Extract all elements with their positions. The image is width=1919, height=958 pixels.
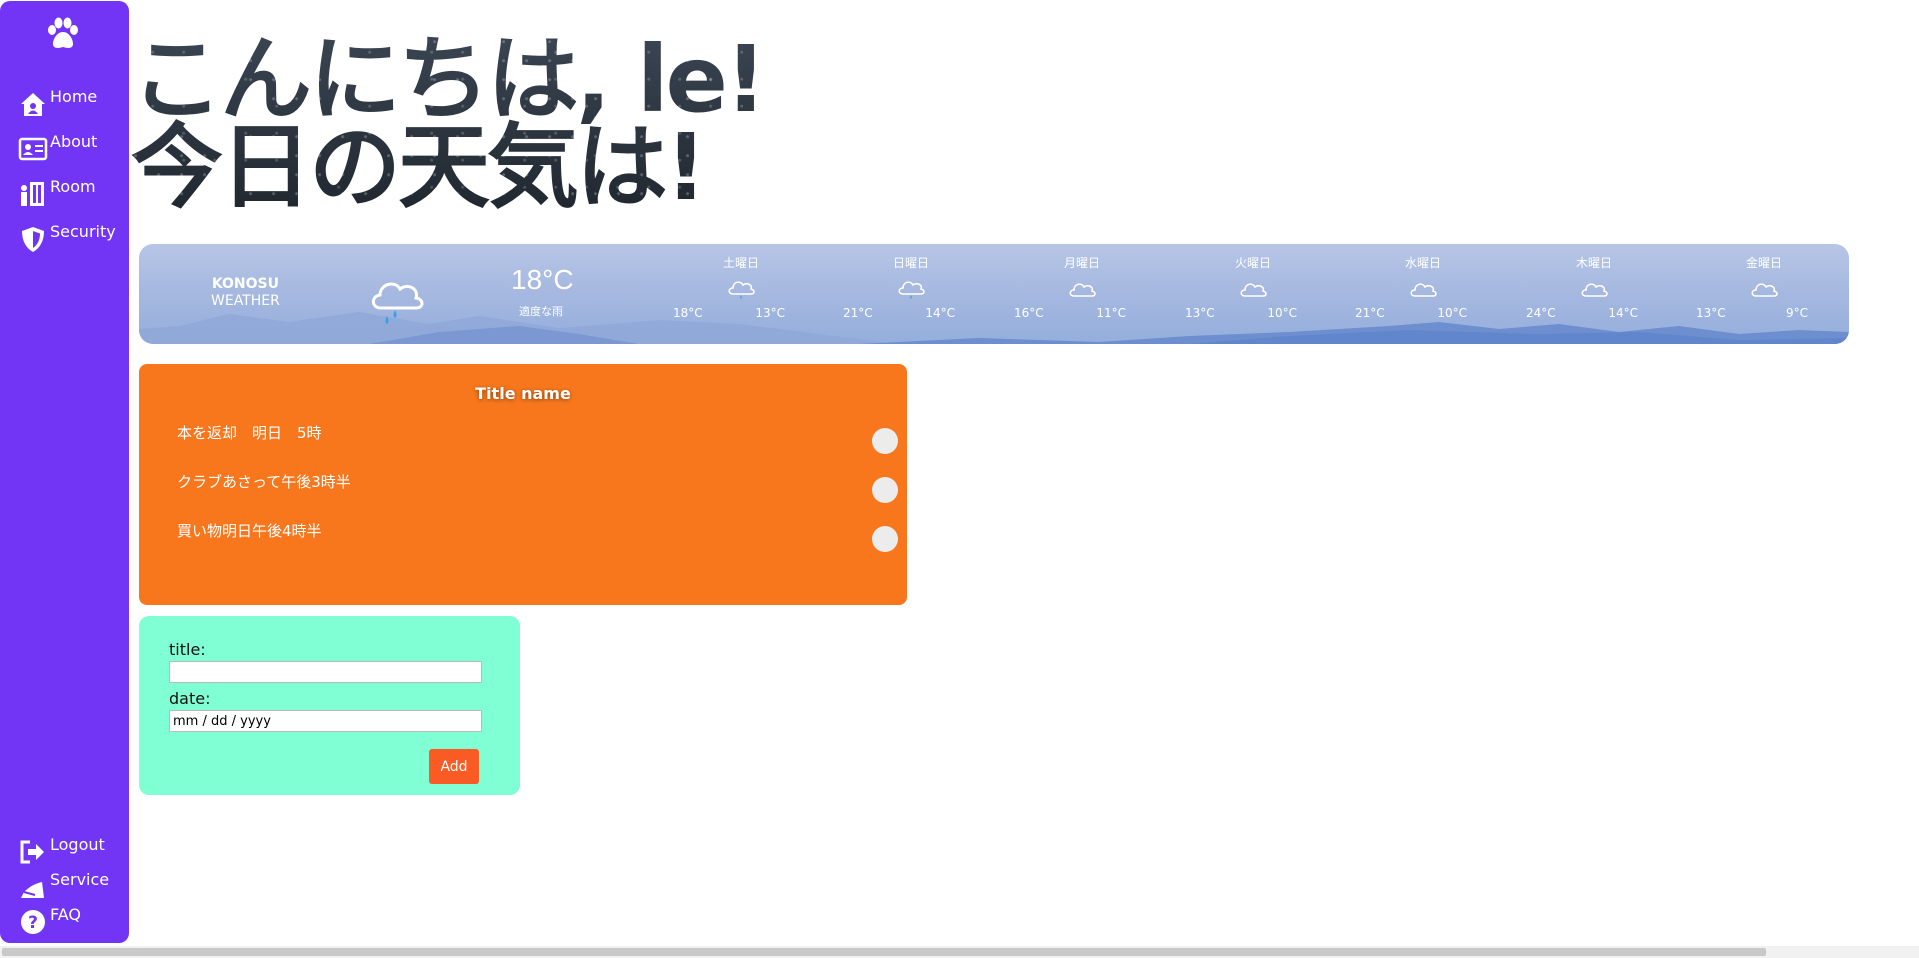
id-card-icon	[18, 137, 48, 161]
shield-icon	[22, 227, 44, 252]
sidebar-item-room[interactable]: Room	[18, 177, 96, 209]
forecast-day-name: 日曜日	[892, 256, 929, 270]
forecast-high: 24°C	[1526, 306, 1556, 320]
todo-item-text: 本を返却 明日 5時	[177, 424, 322, 442]
forecast-day: 日曜日 21°C 14°C	[841, 254, 981, 322]
sidebar-item-label: Security	[50, 222, 116, 241]
todo-card: Title name 本を返却 明日 5時 クラブあさって午後3時半 買い物明日…	[139, 364, 907, 605]
question-icon: ?	[21, 910, 45, 934]
current-temperature: 18°C	[511, 264, 574, 295]
forecast-low: 11°C	[1096, 306, 1126, 320]
sidebar-item-label: Logout	[50, 835, 105, 854]
forecast-high: 13°C	[1185, 306, 1215, 320]
home-icon	[21, 93, 45, 116]
forecast-day: 月曜日 16°C 11°C	[1012, 254, 1152, 322]
paw-icon[interactable]	[45, 17, 81, 51]
rain-cloud-icon	[898, 281, 925, 299]
room-icon	[21, 182, 44, 206]
todo-item-text: 買い物明日午後4時半	[177, 522, 322, 540]
sidebar: Home About Room Security Logout Service …	[0, 1, 129, 943]
weather-widget: KONOSU WEATHER 18°C 適度な雨 土曜日 18°C 13°C 日…	[139, 244, 1849, 344]
rain-cloud-icon	[728, 281, 755, 299]
todo-title: Title name	[475, 384, 571, 403]
sidebar-item-service[interactable]: Service	[18, 870, 110, 902]
sidebar-item-faq[interactable]: ? FAQ	[18, 905, 81, 937]
sidebar-item-home[interactable]: Home	[18, 87, 98, 119]
cloud-icon	[1240, 283, 1267, 297]
logout-icon	[20, 840, 44, 864]
todo-complete-button[interactable]	[872, 526, 898, 552]
forecast-high: 13°C	[1696, 306, 1726, 320]
sidebar-item-label: Room	[50, 177, 96, 196]
sidebar-item-label: Home	[50, 87, 98, 106]
cloud-icon	[1581, 283, 1608, 297]
forecast-day: 金曜日 13°C 9°C	[1694, 254, 1834, 322]
todo-item-text: クラブあさって午後3時半	[177, 473, 351, 491]
forecast-day-name: 月曜日	[1063, 256, 1100, 270]
title-label: title:	[169, 640, 206, 659]
sidebar-item-security[interactable]: Security	[18, 222, 116, 254]
add-todo-form: title: date: Add	[139, 616, 520, 795]
todo-complete-button[interactable]	[872, 428, 898, 454]
add-button[interactable]: Add	[429, 749, 479, 784]
scrollbar-thumb[interactable]	[2, 948, 1766, 956]
forecast-day-name: 金曜日	[1745, 256, 1782, 270]
forecast-day: 土曜日 18°C 13°C	[671, 254, 811, 322]
forecast-day-name: 木曜日	[1575, 256, 1612, 270]
weather-heading: 今日の天気は!	[131, 114, 704, 221]
sidebar-item-about[interactable]: About	[18, 132, 98, 164]
forecast-day: 水曜日 21°C 10°C	[1353, 254, 1493, 322]
cloud-icon	[1410, 283, 1437, 297]
forecast-day-name: 水曜日	[1404, 256, 1441, 270]
greeting-line: こんにちは, le!	[131, 26, 764, 133]
forecast-low: 14°C	[925, 306, 955, 320]
forecast-high: 21°C	[843, 306, 873, 320]
forecast-day-name: 火曜日	[1234, 256, 1271, 270]
forecast-low: 9°C	[1785, 306, 1808, 320]
rain-cloud-icon	[371, 282, 424, 324]
brand-line: WEATHER	[211, 293, 280, 309]
sidebar-item-label: FAQ	[50, 905, 81, 924]
date-label: date:	[169, 689, 211, 708]
date-input[interactable]	[169, 710, 482, 732]
forecast-day: 火曜日 13°C 10°C	[1183, 254, 1323, 322]
forecast-high: 16°C	[1014, 306, 1044, 320]
page-title: こんにちは, le! 今日の天気は!	[131, 36, 764, 212]
forecast-day: 木曜日 24°C 14°C	[1524, 254, 1664, 322]
title-input[interactable]	[169, 661, 482, 683]
forecast-low: 14°C	[1608, 306, 1638, 320]
sidebar-item-label: Service	[50, 870, 110, 889]
horizontal-scrollbar[interactable]	[0, 946, 1919, 958]
cloud-icon	[1069, 283, 1096, 297]
current-condition: 適度な雨	[519, 305, 563, 318]
forecast-day-name: 土曜日	[722, 256, 759, 270]
service-icon	[21, 882, 44, 898]
weather-brand: KONOSU WEATHER	[211, 276, 280, 310]
sidebar-item-logout[interactable]: Logout	[18, 835, 105, 867]
cloud-icon	[1751, 283, 1778, 297]
forecast-high: 21°C	[1355, 306, 1385, 320]
todo-complete-button[interactable]	[872, 477, 898, 503]
forecast-low: 10°C	[1437, 306, 1467, 320]
svg-text:?: ?	[28, 913, 38, 933]
sidebar-item-label: About	[50, 132, 98, 151]
brand-line: KONOSU	[211, 276, 280, 292]
forecast-low: 10°C	[1267, 306, 1297, 320]
forecast-high: 18°C	[673, 306, 703, 320]
forecast-low: 13°C	[755, 306, 785, 320]
